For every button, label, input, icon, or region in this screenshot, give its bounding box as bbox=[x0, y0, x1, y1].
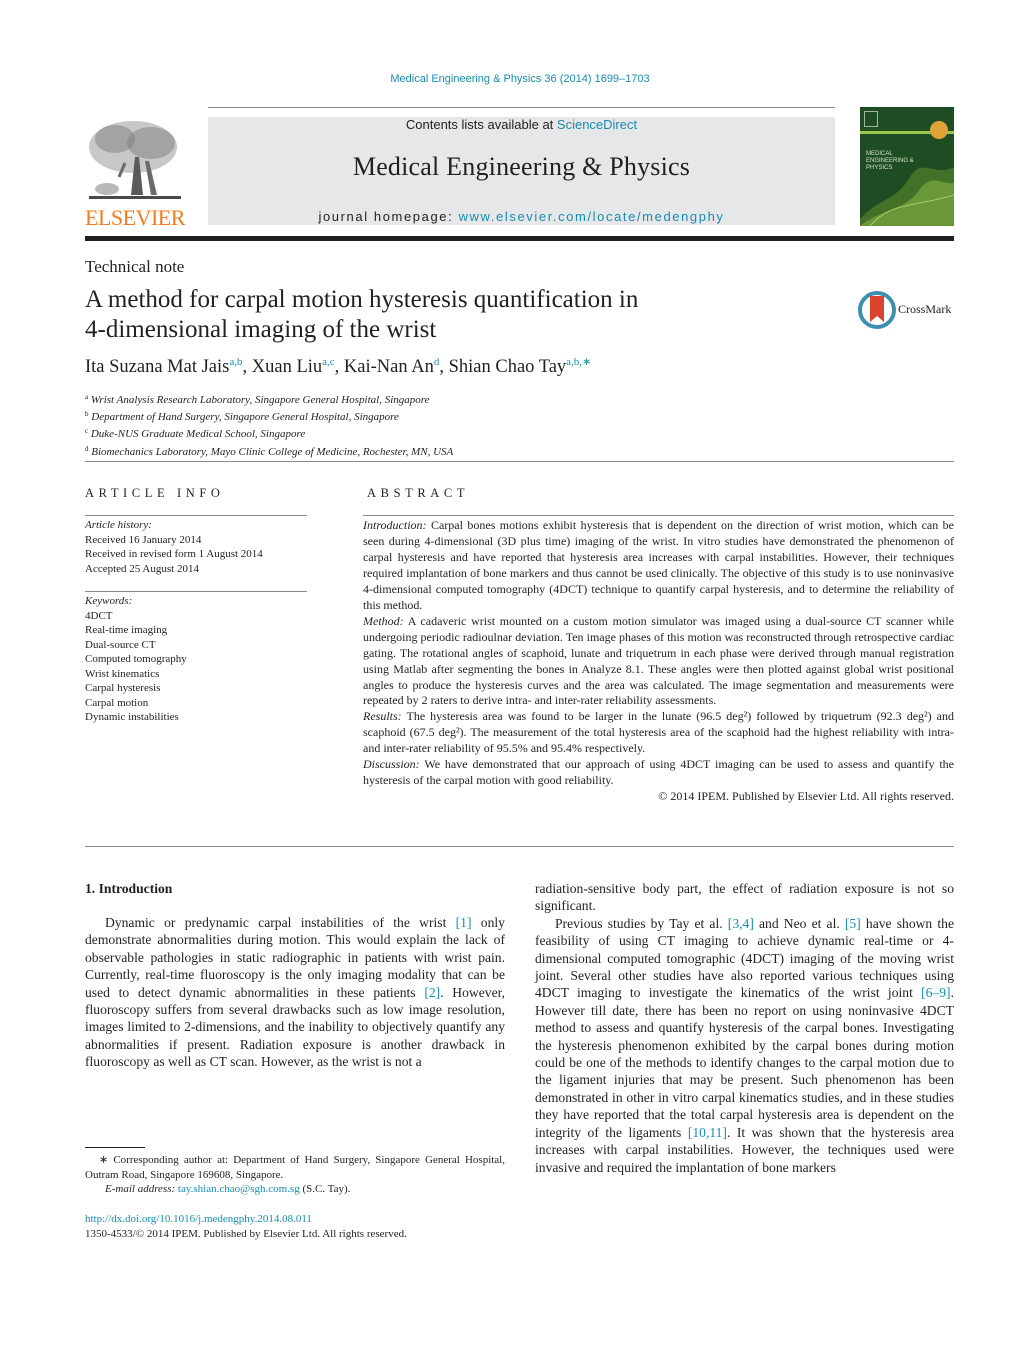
history-label: Article history: bbox=[85, 519, 152, 531]
author[interactable]: Xuan Liua,c bbox=[252, 356, 335, 377]
affiliation-list: a Wrist Analysis Research Laboratory, Si… bbox=[85, 390, 453, 459]
abstract-results: Results: The hysteresis area was found t… bbox=[363, 709, 954, 756]
corresponding-author-note: ∗ Corresponding author at: Department of… bbox=[85, 1154, 505, 1181]
reference-link[interactable]: [3,4] bbox=[728, 916, 754, 931]
reference-link[interactable]: [1] bbox=[456, 915, 472, 930]
abstract-divider bbox=[85, 846, 954, 847]
affiliation: c Duke-NUS Graduate Medical School, Sing… bbox=[85, 427, 306, 441]
author[interactable]: Ita Suzana Mat Jaisa,b bbox=[85, 356, 243, 377]
keyword: Carpal motion bbox=[85, 696, 149, 709]
history-accepted: Accepted 25 August 2014 bbox=[85, 562, 199, 575]
keywords-label: Keywords: bbox=[85, 595, 133, 607]
author[interactable]: Shian Chao Taya,b,∗ bbox=[449, 356, 592, 377]
journal-name: Medical Engineering & Physics bbox=[352, 152, 691, 181]
abstract-heading: ABSTRACT bbox=[367, 486, 470, 500]
article-info-rule bbox=[85, 515, 307, 516]
journal-homepage-link[interactable]: www.elsevier.com/locate/medengphy bbox=[459, 209, 725, 224]
affiliation: b Department of Hand Surgery, Singapore … bbox=[85, 410, 399, 424]
meta-divider bbox=[85, 461, 954, 462]
abstract-method: Method: A cadaveric wrist mounted on a c… bbox=[363, 613, 954, 708]
elsevier-wordmark: ELSEVIER bbox=[85, 205, 185, 230]
affiliation: a Wrist Analysis Research Laboratory, Si… bbox=[85, 393, 430, 406]
contents-line: Contents lists available at ScienceDirec… bbox=[208, 117, 835, 132]
paragraph: Previous studies by Tay et al. [3,4] and… bbox=[535, 915, 954, 1175]
title-line-2: 4-dimensional imaging of the wrist bbox=[85, 316, 437, 343]
abstract-discussion: Discussion: We have demonstrated that ou… bbox=[363, 757, 954, 788]
history-received: Received 16 January 2014 bbox=[85, 533, 202, 546]
article-info-heading: ARTICLE INFO bbox=[85, 486, 225, 500]
keyword: Dynamic instabilities bbox=[85, 711, 179, 723]
sciencedirect-link[interactable]: ScienceDirect bbox=[557, 117, 637, 132]
crossmark-label: CrossMark bbox=[898, 302, 952, 316]
abstract-rule bbox=[363, 515, 954, 516]
body-left-column: Dynamic or predynamic carpal instabiliti… bbox=[85, 914, 505, 1071]
header-heavy-rule bbox=[85, 236, 954, 241]
email-note: E-mail address: tay.shian.chao@sgh.com.s… bbox=[105, 1183, 351, 1195]
contents-prefix: Contents lists available at bbox=[405, 117, 557, 132]
title-line-1: A method for carpal motion hysteresis qu… bbox=[85, 286, 639, 313]
doi-link[interactable]: http://dx.doi.org/10.1016/j.medengphy.20… bbox=[85, 1213, 312, 1225]
crossmark-icon bbox=[858, 291, 896, 329]
abstract-introduction: Introduction: Carpal bones motions exhib… bbox=[363, 518, 954, 612]
affiliation: d Biomechanics Laboratory, Mayo Clinic C… bbox=[85, 444, 454, 458]
reference-link[interactable]: [6–9] bbox=[921, 985, 950, 1000]
reference-link[interactable]: [5] bbox=[845, 916, 861, 931]
author-affiliation-sup[interactable]: a,b bbox=[229, 356, 242, 368]
journal-cover: MEDICAL ENGINEERING & PHYSICS bbox=[860, 107, 954, 226]
article-type: Technical note bbox=[85, 257, 185, 276]
crossmark-button[interactable]: CrossMark bbox=[858, 290, 958, 332]
author-affiliation-sup[interactable]: d bbox=[434, 356, 440, 368]
paragraph: Dynamic or predynamic carpal instabiliti… bbox=[85, 915, 505, 1070]
reference-link[interactable]: [10,11] bbox=[688, 1125, 727, 1140]
keywords: Keywords: 4DCT Real-time imaging Dual-so… bbox=[85, 594, 307, 725]
article-history: Article history: Received 16 January 201… bbox=[85, 518, 307, 576]
footnotes: ∗ Corresponding author at: Department of… bbox=[85, 1153, 505, 1197]
homepage-line: journal homepage: www.elsevier.com/locat… bbox=[208, 209, 835, 224]
paragraph: radiation-sensitive body part, the effec… bbox=[535, 881, 954, 914]
header-rule bbox=[208, 107, 835, 108]
abstract-body: Introduction: Carpal bones motions exhib… bbox=[363, 518, 954, 805]
keywords-rule bbox=[85, 591, 307, 592]
keyword: Computed tomography bbox=[85, 653, 187, 665]
keyword: Real-time imaging bbox=[85, 624, 168, 636]
issn-line: 1350-4533/© 2014 IPEM. Published by Else… bbox=[85, 1227, 407, 1240]
keyword: 4DCT bbox=[85, 609, 113, 622]
homepage-prefix: journal homepage: bbox=[318, 209, 459, 224]
author-affiliation-sup[interactable]: a,c bbox=[322, 356, 335, 368]
keyword: Wrist kinematics bbox=[85, 667, 160, 680]
cover-wave-art bbox=[860, 167, 954, 226]
article-title: A method for carpal motion hysteresis qu… bbox=[85, 285, 785, 345]
abstract-copyright: © 2014 IPEM. Published by Elsevier Ltd. … bbox=[658, 789, 954, 804]
keyword: Carpal hysteresis bbox=[85, 682, 161, 694]
author[interactable]: Kai-Nan And bbox=[344, 356, 440, 377]
history-revised: Received in revised form 1 August 2014 bbox=[85, 548, 263, 560]
keyword: Dual-source CT bbox=[85, 638, 156, 651]
reference-link[interactable]: [2] bbox=[424, 985, 440, 1000]
body-right-column: radiation-sensitive body part, the effec… bbox=[535, 880, 954, 1176]
author-affiliation-sup[interactable]: a,b,∗ bbox=[566, 356, 591, 368]
journal-citation: Medical Engineering & Physics 36 (2014) … bbox=[390, 73, 650, 85]
footer: http://dx.doi.org/10.1016/j.medengphy.20… bbox=[85, 1212, 407, 1241]
section-heading-introduction: 1. Introduction bbox=[85, 881, 173, 896]
tree-icon bbox=[89, 121, 181, 199]
author-list: Ita Suzana Mat Jaisa,b, Xuan Liua,c, Kai… bbox=[85, 356, 592, 377]
elsevier-logo: ELSEVIER bbox=[85, 117, 185, 230]
email-link[interactable]: tay.shian.chao@sgh.com.sg bbox=[178, 1183, 300, 1195]
footnote-rule bbox=[85, 1147, 145, 1148]
